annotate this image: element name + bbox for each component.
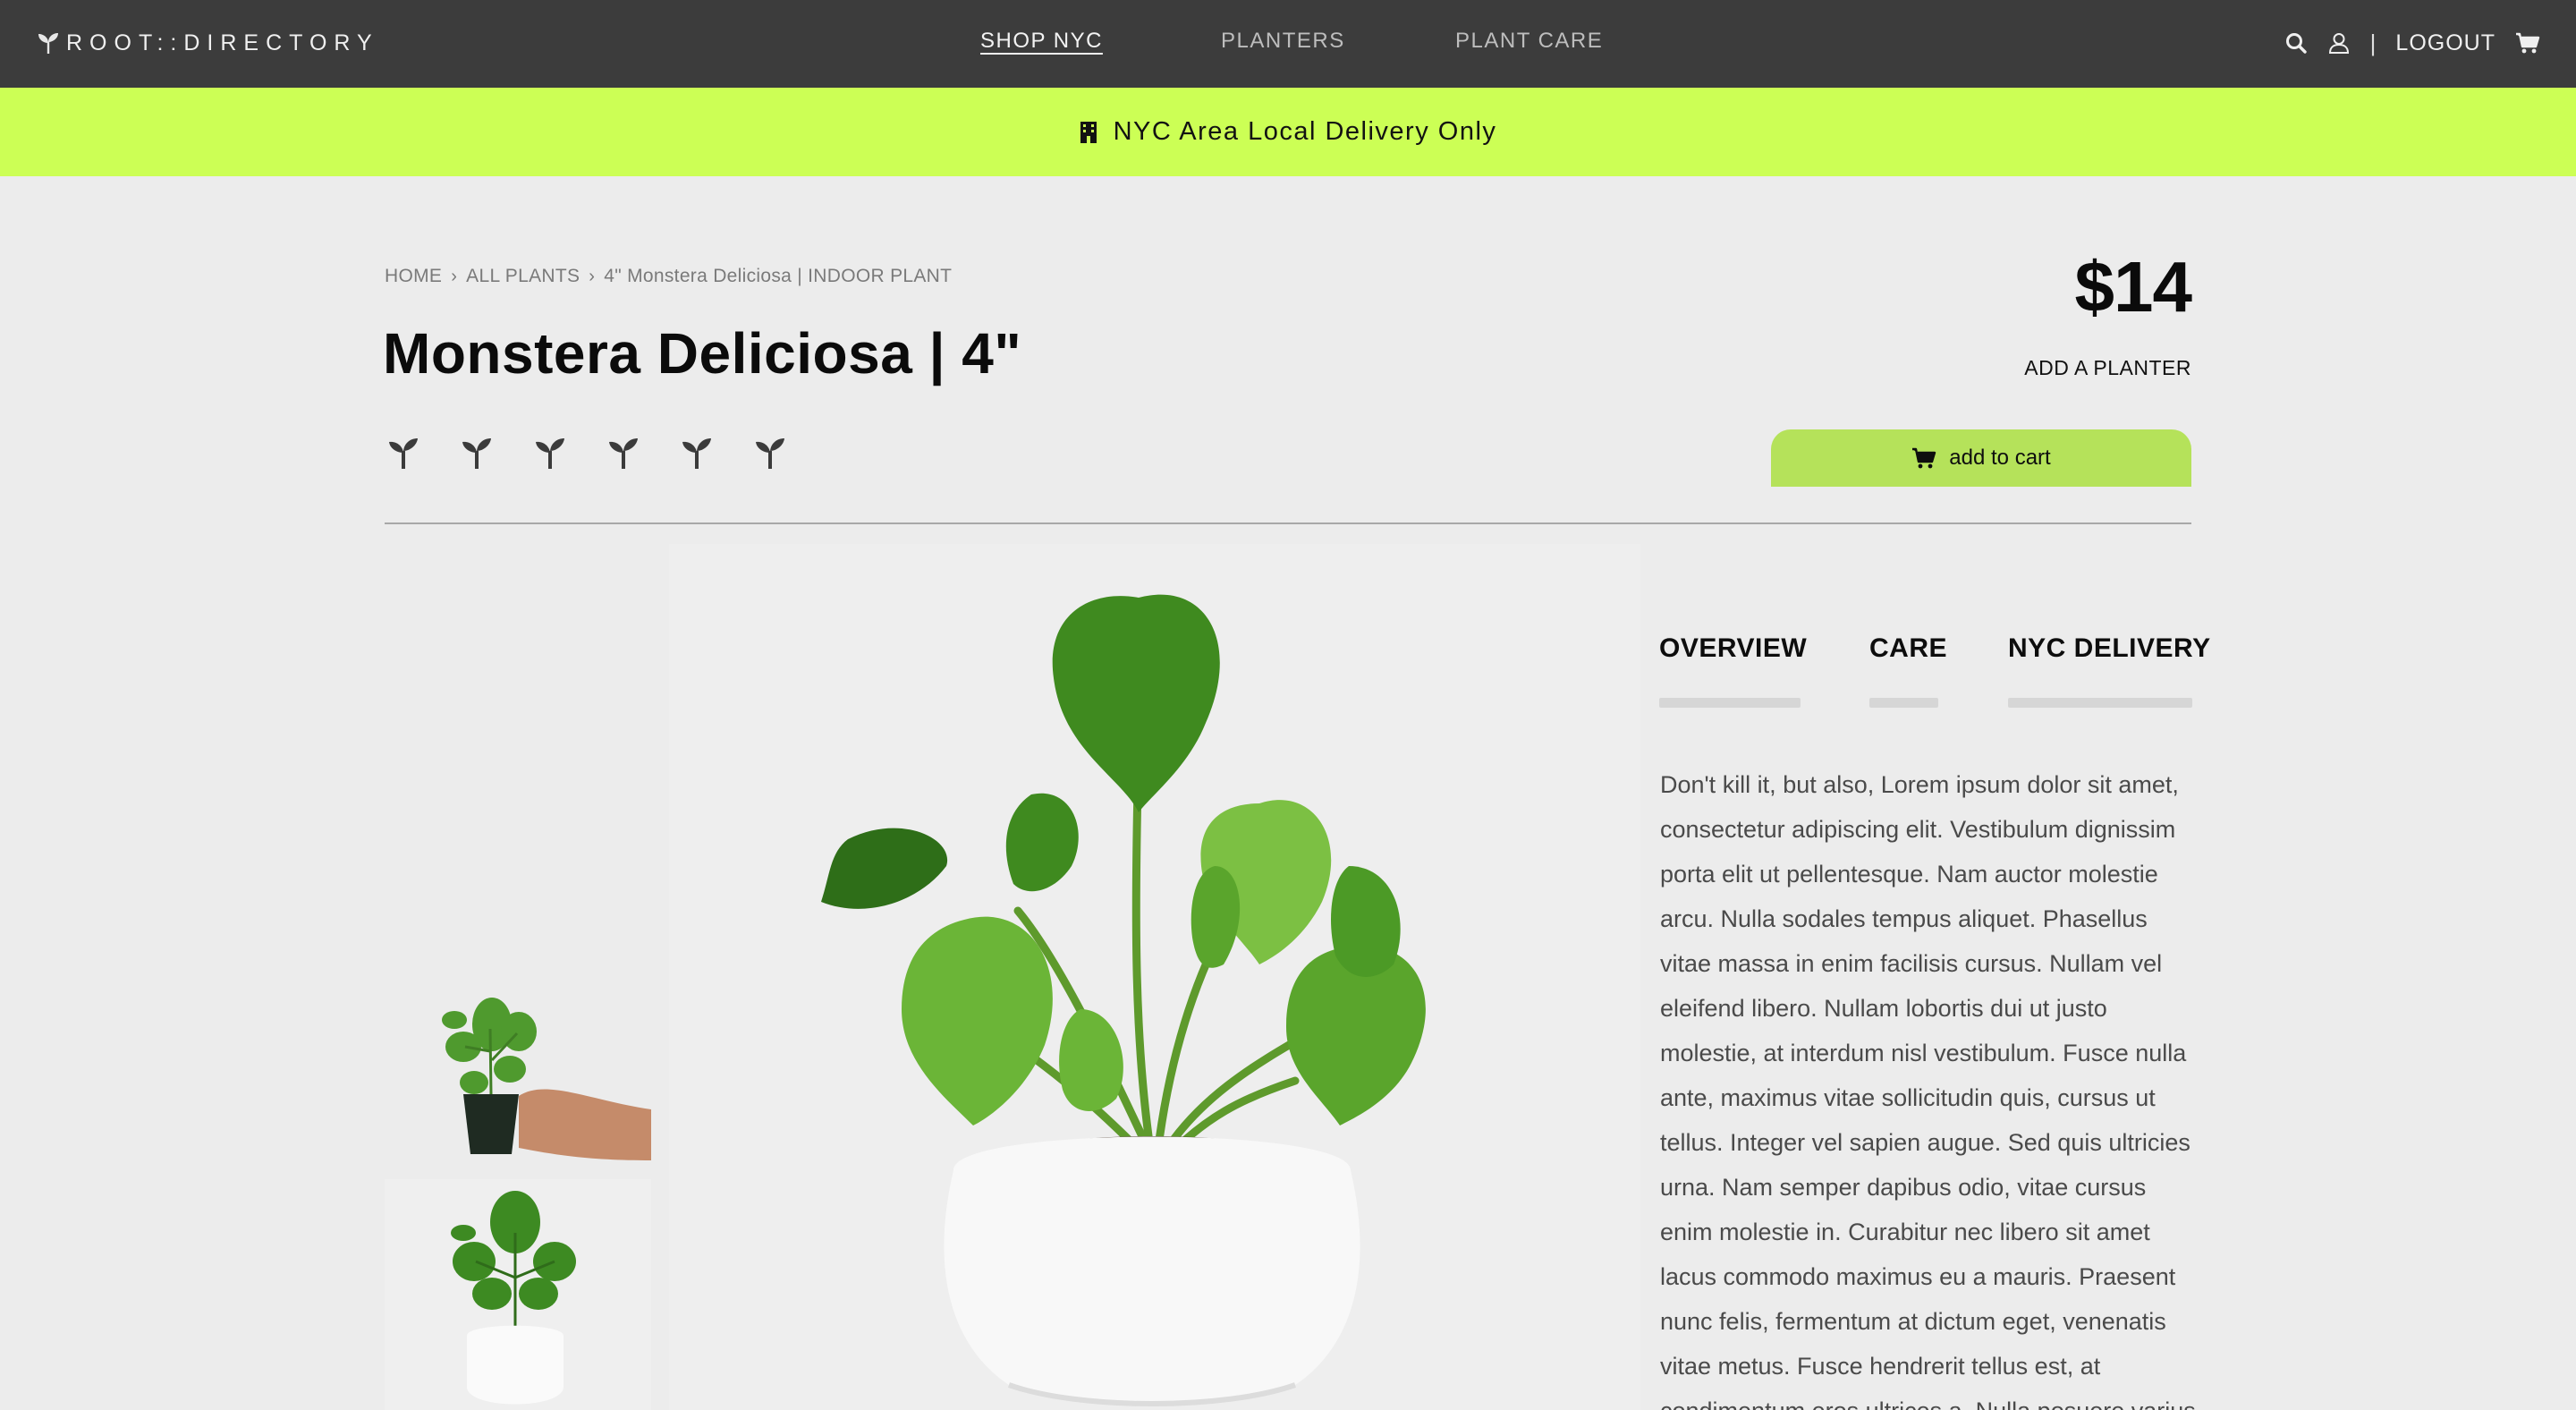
building-icon [1080, 121, 1097, 143]
delivery-banner-text: NYC Area Local Delivery Only [1113, 117, 1497, 146]
monstera-plant-image [669, 544, 1640, 1410]
user-icon[interactable] [2327, 31, 2351, 55]
product-price: $14 [2074, 247, 2192, 327]
tab-overview-indicator [1659, 698, 1801, 708]
add-to-cart-button[interactable]: add to cart [1771, 429, 2191, 487]
add-to-cart-label: add to cart [1949, 446, 2051, 470]
breadcrumb-home[interactable]: HOME [385, 266, 442, 287]
nav-planters[interactable]: PLANTERS [1221, 29, 1345, 54]
cart-icon [1912, 447, 1936, 469]
tab-overview[interactable]: OVERVIEW [1659, 633, 1807, 664]
tab-nyc-delivery-indicator [2008, 698, 2192, 708]
tab-nyc-delivery[interactable]: NYC DELIVERY [2008, 633, 2211, 664]
search-icon[interactable] [2284, 31, 2308, 55]
product-title: Monstera Deliciosa | 4" [383, 321, 1022, 386]
main-menu: SHOP NYC PLANTERS PLANT CARE [0, 0, 2576, 88]
sprout-rating-icon [756, 438, 784, 469]
top-navigation: ROOT::DIRECTORY SHOP NYC PLANTERS PLANT … [0, 0, 2576, 88]
nav-separator: | [2369, 29, 2377, 56]
delivery-banner: NYC Area Local Delivery Only [0, 88, 2576, 176]
cart-icon[interactable] [2515, 31, 2540, 55]
product-description: Don't kill it, but also, Lorem ipsum dol… [1660, 771, 2196, 1410]
logout-link[interactable]: LOGOUT [2395, 30, 2496, 56]
chevron-right-icon: › [589, 266, 596, 286]
tab-care[interactable]: CARE [1869, 633, 1947, 664]
chevron-right-icon: › [451, 266, 458, 286]
sprout-rating-icon [682, 438, 711, 469]
tab-care-indicator [1869, 698, 1938, 708]
potted-plant-image [385, 1179, 651, 1410]
plant-in-hand-image [385, 926, 651, 1178]
sprout-rating-icon [536, 438, 564, 469]
sprout-rating-icon [609, 438, 638, 469]
breadcrumb: HOME › ALL PLANTS › 4" Monstera Delicios… [385, 266, 952, 287]
gallery-thumbnail-potted[interactable] [385, 1179, 651, 1410]
sprout-rating-icon [389, 438, 418, 469]
section-divider [385, 522, 2191, 524]
main-product-image[interactable] [669, 544, 1640, 1410]
add-planter-link[interactable]: ADD A PLANTER [2024, 356, 2191, 380]
nav-plant-care[interactable]: PLANT CARE [1455, 29, 1603, 54]
sprout-rating-icon [462, 438, 491, 469]
nav-shop-nyc[interactable]: SHOP NYC [980, 29, 1103, 54]
plant-rating [388, 435, 785, 471]
breadcrumb-all-plants[interactable]: ALL PLANTS [466, 266, 580, 287]
breadcrumb-current: 4" Monstera Deliciosa | INDOOR PLANT [604, 266, 953, 286]
gallery-thumbnail-hand[interactable] [385, 926, 651, 1178]
account-actions: | LOGOUT [2284, 25, 2540, 61]
